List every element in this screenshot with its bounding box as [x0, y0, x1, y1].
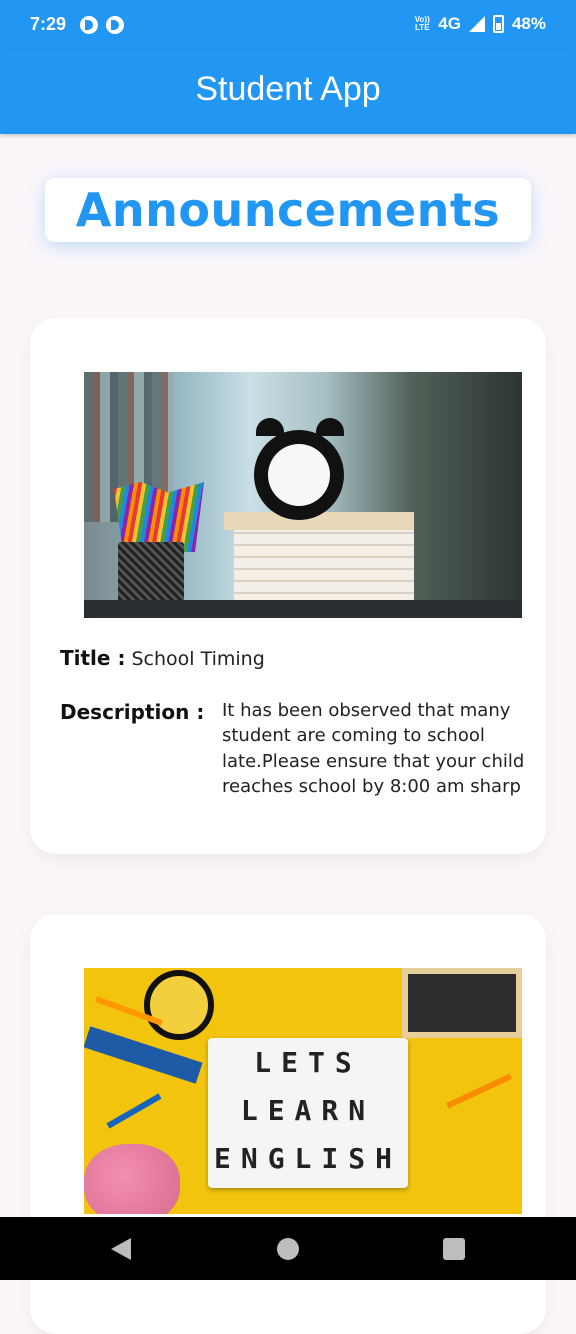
signal-icon [468, 16, 485, 32]
books-shape [224, 512, 414, 612]
pencil-shape [106, 1093, 162, 1129]
system-nav-bar [0, 1217, 576, 1280]
pencil-shape [446, 1073, 512, 1109]
home-icon[interactable] [277, 1238, 299, 1260]
announcement-card[interactable]: Title : School Timing Description : It h… [30, 318, 546, 854]
battery-icon [492, 15, 504, 33]
desk-shape [84, 600, 522, 618]
lightbox-sign: LETS LEARN ENGLISH [208, 1038, 408, 1188]
alarm-clock-icon [254, 430, 344, 520]
description-label: Description : [60, 700, 205, 724]
app-bar: Student App [0, 50, 576, 134]
title-label: Title : [60, 646, 126, 670]
clock-bell-right [316, 418, 344, 436]
app-title: Student App [195, 70, 381, 108]
page-heading: Announcements [75, 183, 501, 237]
announcement-description: It has been observed that many student a… [222, 700, 525, 798]
volte-icon: Vo)) LTE [414, 15, 430, 32]
brain-model-shape [84, 1144, 180, 1214]
sign-line: ENGLISH [213, 1142, 402, 1175]
sign-line: LEARN [240, 1094, 376, 1127]
app-notification-icon [106, 16, 124, 34]
chalkboard-shape [402, 968, 522, 1038]
school-desk-clock-image [84, 372, 522, 618]
magnifier-shape [144, 970, 214, 1040]
app-notification-icon [80, 16, 98, 34]
back-icon[interactable] [111, 1238, 131, 1260]
network-type: 4G [438, 14, 461, 33]
announcement-title-row: Title : School Timing [60, 646, 265, 670]
recents-icon[interactable] [443, 1238, 465, 1260]
sign-line: LETS [254, 1046, 362, 1079]
status-time: 7:29 [30, 14, 67, 34]
status-bar: 7:29 Vo)) LTE 4G 48% [0, 0, 576, 50]
lets-learn-english-image: LETS LEARN ENGLISH [84, 968, 522, 1214]
battery-percent: 48% [511, 14, 546, 33]
status-right-group: Vo)) LTE 4G 48% [414, 14, 546, 34]
announcements-header: Announcements [45, 178, 531, 242]
announcement-title: School Timing [131, 648, 265, 670]
status-notification-icons [80, 16, 124, 34]
